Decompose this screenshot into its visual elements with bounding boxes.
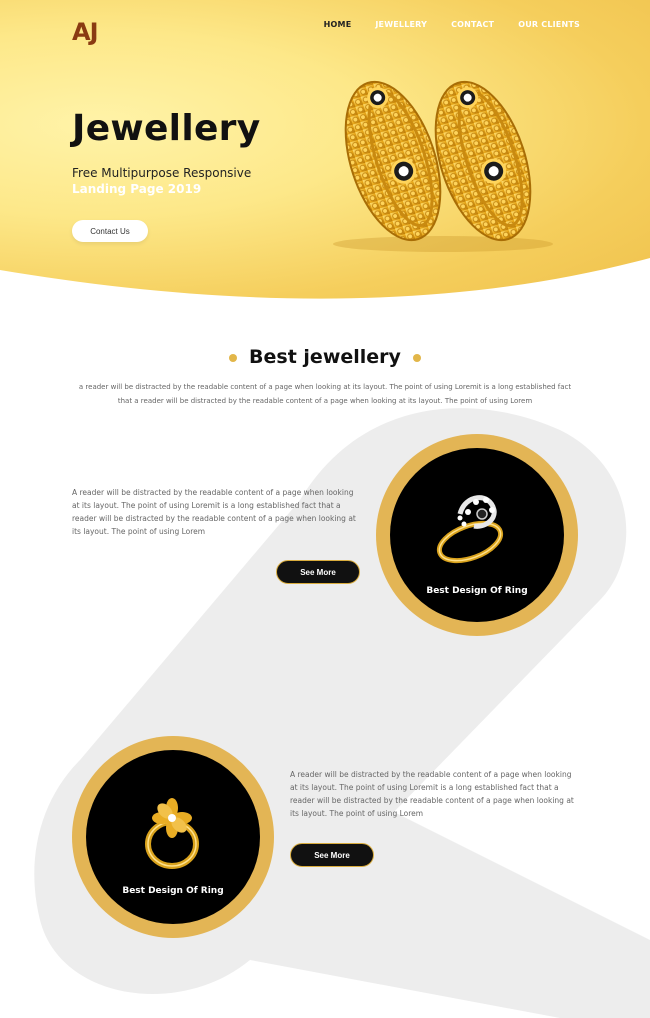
feature-2-caption: Best Design Of Ring	[122, 886, 224, 896]
hero-title: Jewellery	[72, 108, 261, 149]
feature-1-text: A reader will be distracted by the reada…	[72, 486, 372, 538]
nav-contact[interactable]: CONTACT	[451, 20, 494, 29]
feature-text-line: reader will be distracted by the readabl…	[72, 514, 356, 523]
gold-bangles-icon	[333, 80, 553, 252]
feature-text-line: reader will be distracted by the readabl…	[290, 796, 574, 805]
feature-2-image-circle[interactable]: Best Design Of Ring	[72, 736, 274, 938]
section-desc-line: a reader will be distracted by the reada…	[78, 383, 572, 391]
feature-1-image-circle[interactable]: Best Design Of Ring	[376, 434, 578, 636]
flower-ring-icon	[145, 798, 199, 869]
logo[interactable]: AJ	[72, 18, 98, 46]
feature-text-line: at its layout. The point of using Loremi…	[290, 783, 559, 792]
nav-jewellery[interactable]: JEWELLERY	[375, 20, 427, 29]
feature-text-line: at its layout. The point of using Loremi…	[72, 501, 341, 510]
title-dot-right	[412, 353, 421, 362]
hero-subtitle: Free Multipurpose Responsive	[72, 166, 252, 180]
diamond-ring-icon	[436, 495, 504, 564]
hero-subtitle-highlight: Landing Page 2019	[72, 182, 202, 196]
section-title: Best jewellery	[0, 346, 650, 368]
feature-text-line: A reader will be distracted by the reada…	[72, 488, 354, 497]
contact-us-button[interactable]: Contact Us	[72, 220, 148, 242]
see-more-button-1[interactable]: See More	[276, 560, 360, 584]
section-description: a reader will be distracted by the reada…	[60, 380, 590, 408]
feature-2-text: A reader will be distracted by the reada…	[290, 768, 590, 820]
nav-our-clients[interactable]: OUR CLIENTS	[518, 20, 580, 29]
see-more-button-2[interactable]: See More	[290, 843, 374, 867]
feature-text-line: A reader will be distracted by the reada…	[290, 770, 572, 779]
section-title-text: Best jewellery	[249, 346, 401, 368]
feature-text-line: its layout. The point of using Lorem	[290, 809, 424, 818]
section-desc-line: that a reader will be distracted by the …	[117, 397, 533, 405]
nav-home[interactable]: HOME	[324, 20, 352, 29]
main-nav: HOME JEWELLERY CONTACT OUR CLIENTS	[300, 20, 580, 29]
feature-text-line: its layout. The point of using Lorem	[72, 527, 206, 536]
title-dot-left	[229, 353, 238, 362]
feature-1-caption: Best Design Of Ring	[426, 586, 528, 596]
